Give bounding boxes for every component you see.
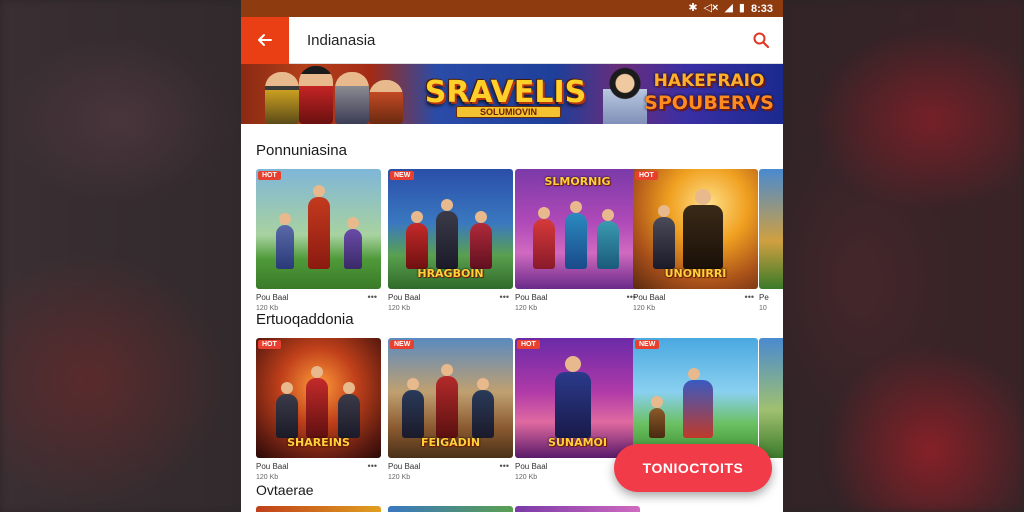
game-thumbnail	[256, 506, 381, 512]
app-bar: Indianasia	[241, 16, 783, 64]
thumbnail-title: SHAREINS	[287, 436, 350, 449]
banner-logo-left-subtitle: SOLUMIOVIN	[456, 106, 561, 118]
search-button[interactable]	[739, 17, 783, 64]
game-card[interactable]: HOT Pou Baal 120 Kb •••	[256, 169, 381, 319]
banner-logo-right-line2: SPOUBERVS	[644, 92, 774, 114]
game-size: 120 Kb	[388, 305, 411, 312]
badge: NEW	[390, 171, 415, 180]
game-card[interactable]	[515, 506, 640, 512]
game-name: Pou Baal	[515, 293, 548, 302]
game-size: 120 Kb	[256, 474, 279, 481]
game-thumbnail: SLMORNIG	[515, 169, 640, 289]
mute-icon: ◁×	[703, 2, 719, 14]
game-card[interactable]: HOT SHAREINS Pou Baal 120 Kb •••	[256, 338, 381, 488]
thumbnail-title: SUNAMOI	[548, 436, 607, 449]
game-thumbnail: HOT	[256, 169, 381, 289]
game-thumbnail: HOT SHAREINS	[256, 338, 381, 458]
badge: NEW	[390, 340, 415, 349]
banner-heroes-image	[263, 64, 413, 124]
banner-logo-right-line1: HAKEFRAIO	[653, 71, 765, 91]
game-name: Pou Baal	[388, 462, 421, 471]
game-thumbnail: HOT UNONIRRI	[633, 169, 758, 289]
battery-icon: ▮	[738, 2, 745, 14]
game-thumbnail	[759, 169, 783, 289]
game-name: Pe	[759, 293, 769, 302]
section-title: Ertuoqaddonia	[256, 311, 354, 328]
section-title: Ponnuniasina	[256, 142, 347, 159]
game-name: Pou Baal	[388, 293, 421, 302]
game-thumbnail	[388, 506, 513, 512]
game-card[interactable]	[256, 506, 381, 512]
promo-banner[interactable]: SRAVELIS SOLUMIOVIN HAKEFRAIO SPOUBERVS	[241, 64, 783, 124]
game-thumbnail: NEW HRAGBOIN	[388, 169, 513, 289]
thumbnail-title: FEIGADIN	[420, 436, 481, 449]
thumbnail-title: HRAGBOIN	[417, 267, 484, 280]
arrow-left-icon	[258, 34, 272, 46]
game-name: Pou Baal	[256, 462, 289, 471]
game-name: Pou Baal	[256, 293, 289, 302]
more-options-icon[interactable]: •••	[500, 461, 509, 471]
back-button[interactable]	[241, 16, 289, 64]
game-thumbnail: HOT SUNAMOI	[515, 338, 640, 458]
game-size: 10	[759, 305, 767, 312]
game-name: Pou Baal	[633, 293, 666, 302]
game-card[interactable]: NEW FEIGADIN Pou Baal 120 Kb •••	[388, 338, 513, 488]
badge: HOT	[258, 171, 281, 180]
more-options-icon[interactable]: •••	[368, 292, 377, 302]
banner-logo-right: HAKEFRAIO SPOUBERVS	[644, 70, 774, 116]
floating-action-button[interactable]: TONIOCTOITS	[614, 444, 772, 492]
search-icon	[753, 32, 770, 49]
status-bar: ✱ ◁× ◢ ▮ 8:33	[241, 0, 783, 17]
section-title: Ovtaerae	[256, 482, 314, 498]
phone-screen: ✱ ◁× ◢ ▮ 8:33 Indianasia SRAVELIS SOLUMI…	[241, 0, 783, 512]
status-time: 8:33	[750, 2, 773, 15]
game-row	[256, 506, 783, 512]
more-options-icon[interactable]: •••	[500, 292, 509, 302]
badge: HOT	[635, 171, 658, 180]
page-title: Indianasia	[307, 31, 376, 49]
more-options-icon[interactable]: •••	[368, 461, 377, 471]
game-size: 120 Kb	[388, 474, 411, 481]
badge: HOT	[517, 340, 540, 349]
game-size: 120 Kb	[515, 305, 538, 312]
signal-icon: ◢	[724, 2, 733, 14]
game-card[interactable]	[388, 506, 513, 512]
badge: HOT	[258, 340, 281, 349]
thumbnail-title: SLMORNIG	[544, 175, 611, 188]
game-card[interactable]: SLMORNIG Pou Baal 120 Kb •••	[515, 169, 640, 319]
game-size: 120 Kb	[633, 305, 656, 312]
game-thumbnail: NEW	[633, 338, 758, 458]
more-options-icon[interactable]: •••	[745, 292, 754, 302]
game-thumbnail: NEW FEIGADIN	[388, 338, 513, 458]
bluetooth-icon: ✱	[688, 2, 698, 14]
game-thumbnail	[515, 506, 640, 512]
game-thumbnail	[759, 338, 783, 458]
thumbnail-title: UNONIRRI	[664, 267, 727, 280]
banner-character-image	[603, 66, 647, 124]
game-card[interactable]: Pe 10	[759, 169, 783, 319]
badge: NEW	[635, 340, 660, 349]
game-card[interactable]: HOT UNONIRRI Pou Baal 120 Kb •••	[633, 169, 758, 319]
game-row: HOT Pou Baal 120 Kb ••• NEW HRAGBOIN Pou…	[256, 169, 783, 319]
game-size: 120 Kb	[515, 474, 538, 481]
game-card[interactable]: NEW HRAGBOIN Pou Baal 120 Kb •••	[388, 169, 513, 319]
game-name: Pou Baal	[515, 462, 548, 471]
